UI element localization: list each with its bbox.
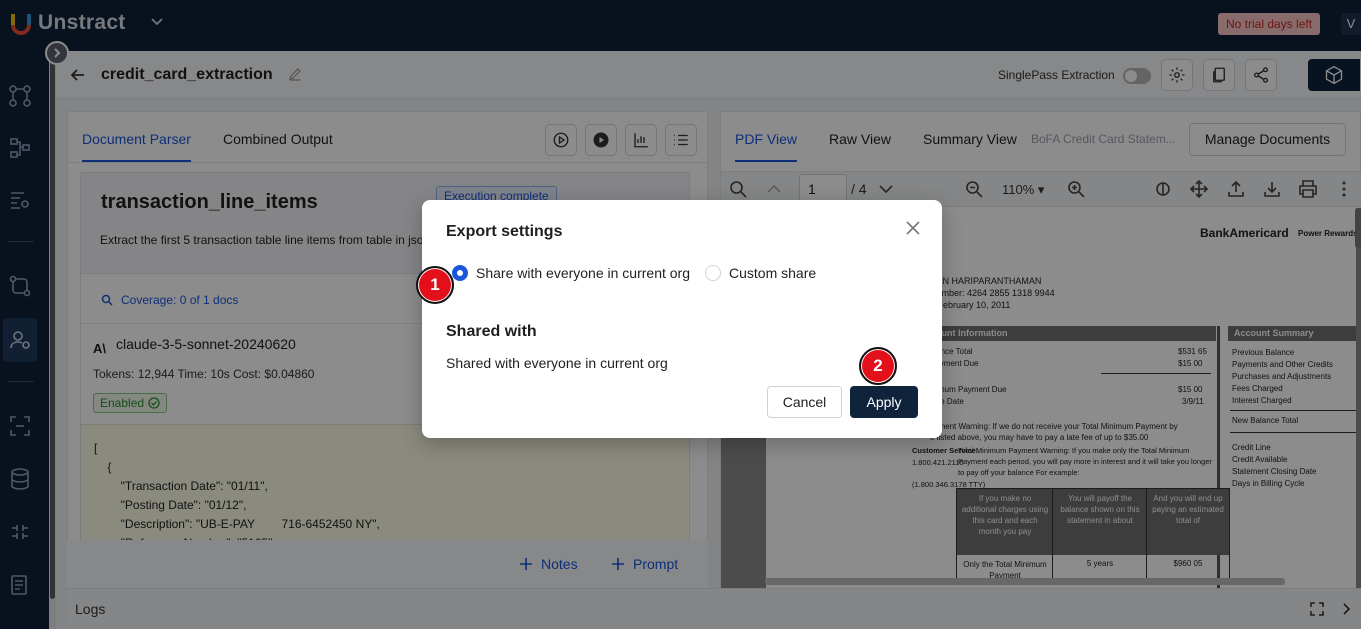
export-settings-modal: Export settings Share with everyone in c… <box>422 200 942 438</box>
custom-share-label: Custom share <box>729 265 817 281</box>
step-marker-1: 1 <box>416 266 454 304</box>
radio-unchecked-icon <box>705 265 721 281</box>
cancel-button[interactable]: Cancel <box>767 386 842 418</box>
custom-share-radio[interactable]: Custom share <box>705 265 816 281</box>
modal-title: Export settings <box>446 223 563 240</box>
shared-with-text: Shared with everyone in current org <box>446 355 668 371</box>
share-everyone-radio[interactable]: Share with everyone in current org <box>452 265 690 281</box>
close-icon[interactable] <box>906 221 920 235</box>
step-marker-2: 2 <box>859 347 897 385</box>
apply-button[interactable]: Apply <box>850 386 918 418</box>
share-everyone-label: Share with everyone in current org <box>476 265 690 281</box>
shared-with-title: Shared with <box>446 323 537 340</box>
radio-checked-icon <box>452 265 468 281</box>
